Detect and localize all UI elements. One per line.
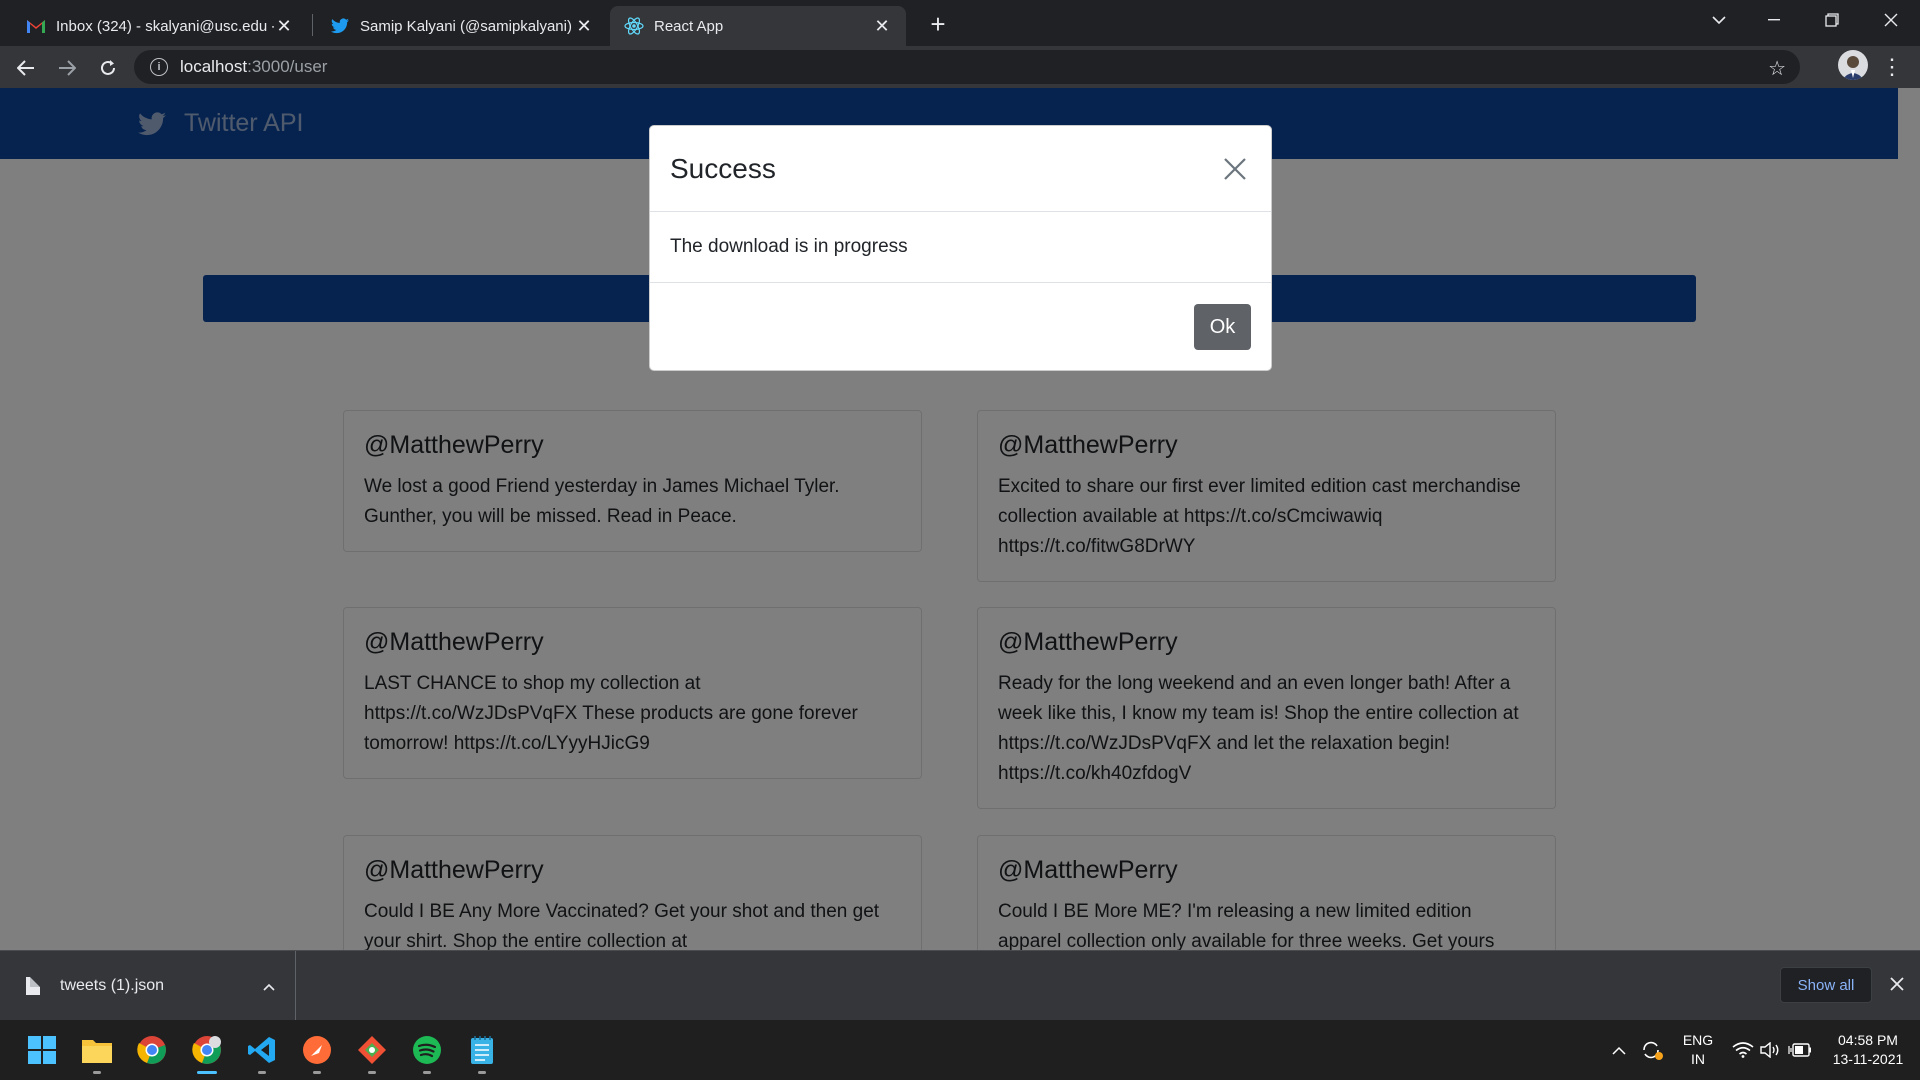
- vscode-icon[interactable]: [242, 1030, 282, 1074]
- page-viewport: Twitter API @MatthewPerry We lost a good…: [0, 88, 1898, 950]
- close-icon[interactable]: ✕: [574, 16, 594, 36]
- language-indicator[interactable]: ENG IN: [1678, 1020, 1718, 1080]
- spotify-icon[interactable]: [407, 1030, 447, 1074]
- close-window-icon[interactable]: [1862, 0, 1920, 40]
- running-indicator: [93, 1071, 101, 1074]
- tab-react-app[interactable]: React App ✕: [610, 6, 906, 46]
- tab-title: Samip Kalyani (@samipkalyani) /: [360, 17, 574, 35]
- close-shelf-icon[interactable]: [1884, 971, 1910, 997]
- running-indicator: [478, 1071, 486, 1074]
- clock[interactable]: 04:58 PM 13-11-2021: [1830, 1020, 1906, 1080]
- modal-body: The download is in progress: [650, 212, 1271, 283]
- chrome-icon[interactable]: [132, 1030, 172, 1070]
- file-explorer-icon[interactable]: [77, 1030, 117, 1074]
- more-menu-icon[interactable]: ⋮: [1880, 52, 1904, 82]
- new-tab-button[interactable]: +: [922, 8, 954, 40]
- tab-separator: [312, 14, 313, 36]
- show-hidden-icons[interactable]: [1612, 1020, 1636, 1080]
- close-icon[interactable]: [1219, 153, 1251, 185]
- reload-icon[interactable]: [92, 52, 124, 84]
- chevron-up-icon[interactable]: [263, 978, 275, 994]
- modal-header: Success: [650, 126, 1271, 212]
- running-indicator: [368, 1071, 376, 1074]
- gmail-icon: [26, 16, 46, 36]
- minimize-icon[interactable]: [1745, 0, 1803, 40]
- windows-start-icon[interactable]: [22, 1030, 62, 1070]
- page-scrollbar[interactable]: [1898, 88, 1920, 950]
- battery-icon[interactable]: [1788, 1020, 1814, 1080]
- wifi-icon[interactable]: [1732, 1020, 1756, 1080]
- notepad-icon[interactable]: [462, 1030, 502, 1074]
- browser-toolbar: i localhost:3000/user ☆ ⋮: [0, 46, 1920, 88]
- tab-twitter[interactable]: Samip Kalyani (@samipkalyani) / ✕: [316, 6, 608, 46]
- download-file-name: tweets (1).json: [60, 977, 165, 994]
- browser-tab-strip: Inbox (324) - skalyani@usc.edu - ✕ Samip…: [0, 0, 1920, 46]
- forward-icon[interactable]: [51, 52, 83, 84]
- running-indicator: [423, 1071, 431, 1074]
- volume-icon[interactable]: [1760, 1020, 1784, 1080]
- bookmark-star-icon[interactable]: ☆: [1768, 56, 1786, 81]
- show-all-button[interactable]: Show all: [1780, 967, 1872, 1003]
- url-text: localhost:3000/user: [180, 57, 328, 76]
- ok-button[interactable]: Ok: [1194, 304, 1251, 350]
- twitter-icon: [330, 16, 350, 36]
- profile-avatar[interactable]: [1838, 50, 1868, 80]
- sync-icon[interactable]: [1640, 1020, 1670, 1080]
- modal-footer: Ok: [650, 283, 1271, 371]
- success-modal: Success The download is in progress Ok: [649, 125, 1272, 371]
- running-indicator: [258, 1071, 266, 1074]
- git-client-icon[interactable]: [352, 1030, 392, 1074]
- chrome-profile-icon[interactable]: [187, 1030, 227, 1074]
- running-indicator: [313, 1071, 321, 1074]
- download-item[interactable]: tweets (1).json: [0, 951, 296, 1021]
- back-icon[interactable]: [10, 52, 42, 84]
- modal-title: Success: [670, 152, 776, 184]
- tab-title: React App: [654, 17, 724, 35]
- close-icon[interactable]: ✕: [274, 16, 294, 36]
- windows-taskbar: ENG IN 04:58 PM 13-11-2021: [0, 1020, 1920, 1080]
- postman-icon[interactable]: [297, 1030, 337, 1074]
- file-icon: [26, 977, 40, 995]
- active-indicator: [197, 1071, 217, 1074]
- tab-title: Inbox (324) - skalyani@usc.edu -: [56, 17, 274, 35]
- download-shelf: tweets (1).json Show all: [0, 950, 1920, 1021]
- tab-search-icon[interactable]: [1690, 0, 1748, 40]
- react-icon: [624, 16, 644, 36]
- address-bar[interactable]: i localhost:3000/user ☆: [134, 50, 1800, 84]
- restore-icon[interactable]: [1803, 0, 1861, 40]
- close-icon[interactable]: ✕: [872, 16, 892, 36]
- tab-gmail[interactable]: Inbox (324) - skalyani@usc.edu - ✕: [12, 6, 308, 46]
- site-info-icon[interactable]: i: [150, 58, 168, 76]
